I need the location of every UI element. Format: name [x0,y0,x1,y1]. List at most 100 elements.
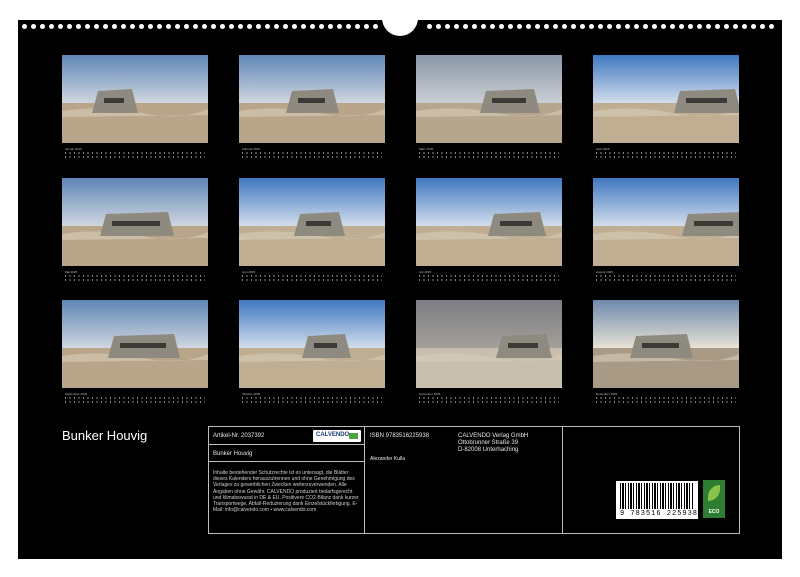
day-grid [596,152,736,160]
binding-hole [355,24,360,29]
binding-hole [247,24,252,29]
day-grid [596,397,736,405]
binding-hole [85,24,90,29]
bunker-photo [62,178,208,266]
binding-hole [769,24,774,29]
binding-hole [445,24,450,29]
binding-hole [472,24,477,29]
binding-hole [184,24,189,29]
barcode-bars [620,483,694,509]
binding-hole [751,24,756,29]
month-label: November 2025 [419,392,441,396]
binding-hole [58,24,63,29]
month-label: Juni 2025 [242,270,256,274]
binding-hole [130,24,135,29]
product-title: Bunker Houvig [213,451,253,457]
binding-hole [490,24,495,29]
binding-hole [67,24,72,29]
binding-hole [256,24,261,29]
binding-hole [112,24,117,29]
binding-hole [283,24,288,29]
binding-hole [562,24,567,29]
binding-hole [598,24,603,29]
binding-hole [31,24,36,29]
binding-hole [643,24,648,29]
isbn-barcode: 9 783516 225938 [616,481,698,519]
publisher-line-3: D-82008 Unterhaching [458,447,519,453]
bunker-photo [239,300,385,388]
month-label: Oktober 2025 [242,392,261,396]
publisher-line-2: Ottobrunner Straße 39 [458,440,519,446]
binding-hole [301,24,306,29]
binding-hole [544,24,549,29]
binding-hole [346,24,351,29]
binding-hole [580,24,585,29]
day-grid [242,397,382,405]
isbn: ISBN 9783516225938 [370,433,430,439]
binding-hole [310,24,315,29]
binding-hole [499,24,504,29]
month-label: Mai 2025 [65,270,78,274]
binding-hole [697,24,702,29]
binding-hole [103,24,108,29]
binding-hole [22,24,27,29]
bunker-photo [62,300,208,388]
bunker-photo [416,300,562,388]
bunker-photo [593,300,739,388]
day-grid [242,152,382,160]
binding-hole [49,24,54,29]
binding-hole [292,24,297,29]
day-grid [419,397,559,405]
binding-hole [517,24,522,29]
binding-hole [337,24,342,29]
day-grid [419,275,559,283]
binding-hole [328,24,333,29]
month-label: Januar 2025 [65,147,82,151]
publisher-line-1: CALVENDO Verlag GmbH [458,433,529,439]
day-grid [65,397,205,405]
day-grid [65,275,205,283]
binding-hole [724,24,729,29]
binding-hole [607,24,612,29]
day-grid [596,275,736,283]
binding-hole [589,24,594,29]
eco-badge: ECO [703,480,725,518]
binding-hole [238,24,243,29]
binding-hole [319,24,324,29]
bunker-photo [593,55,739,143]
article-number: Artikel-Nr. 2037392 [213,433,265,439]
copyright-notice: Inhalte bestehender Schutzrechte ist es … [213,470,359,514]
binding-hole [427,24,432,29]
month-label: April 2025 [596,147,610,151]
binding-hole [454,24,459,29]
binding-hole [373,24,378,29]
bunker-photo [416,178,562,266]
bunker-photo [239,55,385,143]
binding-hole [733,24,738,29]
binding-hole [436,24,441,29]
info-panel: Artikel-Nr. 2037392 CALVENDO Bunker Houv… [208,426,740,534]
binding-hole [508,24,513,29]
month-label: September 2025 [65,392,88,396]
binding-hole [175,24,180,29]
binding-hole [274,24,279,29]
binding-hole [364,24,369,29]
binding-hole [121,24,126,29]
binding-hole [634,24,639,29]
binding-hole [715,24,720,29]
logo-mark-icon [349,433,358,439]
binding-hole [202,24,207,29]
month-label: Februar 2025 [242,147,261,151]
month-label: März 2025 [419,147,434,151]
binding-hole [265,24,270,29]
binding-hole [526,24,531,29]
month-label: August 2025 [596,270,613,274]
day-grid [242,275,382,283]
binding-hole [220,24,225,29]
calendar-title: Bunker Houvig [62,428,148,443]
binding-hole [139,24,144,29]
bunker-photo [416,55,562,143]
binding-hole [652,24,657,29]
binding-hole [616,24,621,29]
binding-hole [40,24,45,29]
